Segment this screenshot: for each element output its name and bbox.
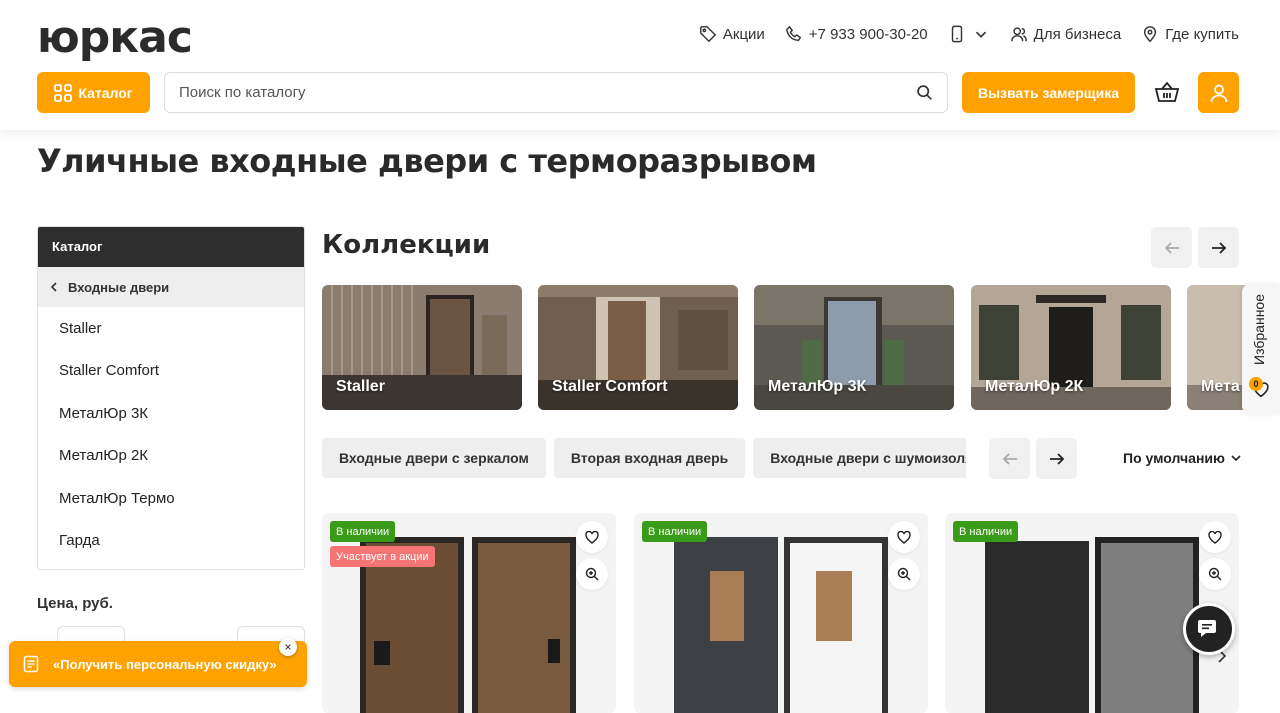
heart-icon xyxy=(897,530,911,544)
favorites-tab[interactable]: Избранное xyxy=(1242,284,1280,414)
chip-soundproof-doors[interactable]: Входные двери с шумоизоля xyxy=(753,438,966,478)
favorite-button[interactable] xyxy=(576,521,608,553)
sidebar-item-garda[interactable]: Гарда xyxy=(38,520,304,563)
page-title: Уличные входные двери с терморазрывом xyxy=(37,142,817,180)
grid-icon xyxy=(54,83,73,102)
arrow-left-icon xyxy=(1164,241,1179,254)
collection-card-metalyur-2k[interactable]: МеталЮр 2К xyxy=(971,285,1171,410)
business-label: Для бизнеса xyxy=(1033,25,1122,43)
promo-text: «Получить персональную скидку» xyxy=(53,656,277,672)
favorites-count-badge: 0 xyxy=(1249,377,1263,391)
heart-icon xyxy=(585,530,599,544)
location-pin-icon xyxy=(1144,26,1157,43)
collection-card-staller[interactable]: Staller xyxy=(322,285,522,410)
product-card[interactable]: В наличии Участвует в акции xyxy=(322,513,616,713)
tag-icon xyxy=(699,26,717,43)
collection-label: Staller Comfort xyxy=(552,378,668,395)
chevron-down-icon xyxy=(975,31,986,38)
chips-prev-button[interactable] xyxy=(989,438,1030,479)
chips-next-button[interactable] xyxy=(1036,438,1077,479)
sales-link[interactable]: Акции xyxy=(699,22,765,46)
favorite-button[interactable] xyxy=(1199,521,1231,553)
document-icon xyxy=(23,655,39,673)
sidebar-parent-link[interactable]: Входные двери xyxy=(38,267,304,307)
collections-title: Коллекции xyxy=(322,230,491,260)
arrow-right-icon xyxy=(1211,241,1226,254)
user-icon xyxy=(1210,84,1227,102)
site-header: юркас Акции +7 933 900-30-20 Для бизнеса… xyxy=(0,0,1280,130)
chat-icon xyxy=(1198,620,1216,637)
site-logo[interactable]: юркас xyxy=(37,12,193,63)
product-image xyxy=(360,537,576,713)
collection-label: МеталЮр 3К xyxy=(768,378,867,395)
catalog-button[interactable]: Каталог xyxy=(37,72,150,113)
promo-badge: Участвует в акции xyxy=(330,546,435,567)
top-links: Акции +7 933 900-30-20 Для бизнеса Где к… xyxy=(699,22,1239,46)
chip-mirror-doors[interactable]: Входные двери с зеркалом xyxy=(322,438,546,478)
in-stock-badge: В наличии xyxy=(330,521,396,542)
sidebar-item-staller-comfort[interactable]: Staller Comfort xyxy=(38,350,304,393)
sort-label: По умолчанию xyxy=(1123,450,1225,466)
catalog-sidebar: Каталог Входные двери Staller Staller Co… xyxy=(37,226,305,570)
arrow-right-icon xyxy=(1049,452,1064,465)
product-image xyxy=(674,537,888,713)
mobile-menu-toggle[interactable] xyxy=(948,22,990,46)
sidebar-heading: Каталог xyxy=(38,227,304,267)
favorites-label: Избранное xyxy=(1251,294,1267,365)
phone-icon xyxy=(785,25,802,42)
collection-card-staller-comfort[interactable]: Staller Comfort xyxy=(538,285,738,410)
mobile-phone-icon xyxy=(951,25,962,43)
where-to-buy-label: Где купить xyxy=(1165,25,1239,43)
search-icon[interactable] xyxy=(916,84,933,101)
zoom-in-icon xyxy=(585,567,599,581)
in-stock-badge: В наличии xyxy=(953,521,1019,542)
collections-next-button[interactable] xyxy=(1198,227,1239,268)
call-measurer-button[interactable]: Вызвать замерщика xyxy=(962,72,1135,113)
discount-promo-banner[interactable]: «Получить персональную скидку» xyxy=(9,641,307,687)
zoom-in-icon xyxy=(897,567,911,581)
arrow-left-icon xyxy=(1002,452,1017,465)
search-bar xyxy=(164,72,948,113)
tag-chips: Входные двери с зеркалом Вторая входная … xyxy=(322,438,966,478)
users-icon xyxy=(1010,27,1027,42)
product-card[interactable]: В наличии xyxy=(634,513,928,713)
cart-icon[interactable] xyxy=(1154,80,1180,106)
chevron-left-icon xyxy=(50,282,57,292)
collection-label: Staller xyxy=(336,378,385,395)
in-stock-badge: В наличии xyxy=(642,521,708,542)
zoom-button[interactable] xyxy=(888,558,920,590)
heart-icon xyxy=(1208,530,1222,544)
favorite-button[interactable] xyxy=(888,521,920,553)
business-link[interactable]: Для бизнеса xyxy=(1010,22,1122,46)
collection-label: Мета xyxy=(1201,378,1240,395)
phone-link[interactable]: +7 933 900-30-20 xyxy=(785,22,928,46)
chevron-down-icon xyxy=(1231,455,1241,462)
collections-prev-button[interactable] xyxy=(1151,227,1192,268)
sidebar-item-staller[interactable]: Staller xyxy=(38,307,304,350)
catalog-button-label: Каталог xyxy=(78,84,133,101)
sidebar-parent-label: Входные двери xyxy=(68,279,170,295)
sidebar-item-metalyur-termo[interactable]: МеталЮр Термо xyxy=(38,477,304,520)
collection-label: МеталЮр 2К xyxy=(985,378,1084,395)
promo-close-button[interactable]: × xyxy=(279,638,297,656)
collection-card-metalyur-3k[interactable]: МеталЮр 3К xyxy=(754,285,954,410)
phone-number: +7 933 900-30-20 xyxy=(808,25,928,43)
sort-dropdown[interactable]: По умолчанию xyxy=(1123,450,1241,466)
sales-label: Акции xyxy=(722,25,765,43)
account-button[interactable] xyxy=(1198,72,1239,113)
search-input[interactable] xyxy=(179,84,916,101)
chat-button[interactable] xyxy=(1183,603,1235,655)
sidebar-item-metalyur-3k[interactable]: МеталЮр 3К xyxy=(38,392,304,435)
zoom-button[interactable] xyxy=(1199,558,1231,590)
zoom-button[interactable] xyxy=(576,558,608,590)
zoom-in-icon xyxy=(1208,567,1222,581)
where-to-buy-link[interactable]: Где купить xyxy=(1141,22,1239,46)
chip-second-door[interactable]: Вторая входная дверь xyxy=(553,438,746,478)
price-filter-label: Цена, руб. xyxy=(37,595,113,612)
sidebar-item-metalyur-2k[interactable]: МеталЮр 2К xyxy=(38,435,304,478)
